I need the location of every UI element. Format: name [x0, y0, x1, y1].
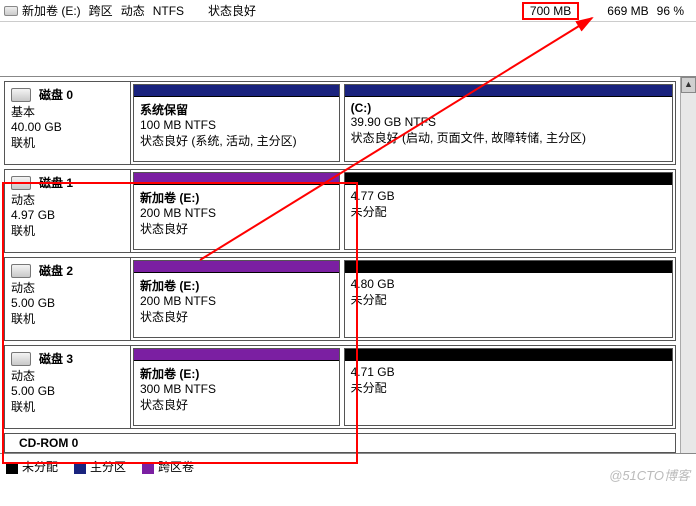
partition-line3: 未分配 [351, 291, 666, 308]
partition-line3: 状态良好 (系统, 活动, 主分区) [140, 132, 333, 149]
partition-bar [345, 85, 672, 97]
disk-state: 联机 [11, 134, 124, 151]
disk-kind: 动态 [11, 191, 124, 208]
partition-line2: 100 MB NTFS [140, 118, 333, 132]
volume-name: 新加卷 (E:) [22, 2, 81, 19]
partition-line2: 4.71 GB [351, 365, 666, 379]
disk-size: 5.00 GB [11, 296, 124, 310]
partition-bar [134, 85, 339, 97]
disk-state: 联机 [11, 222, 124, 239]
disk-block[interactable]: 磁盘 0基本40.00 GB联机系统保留100 MB NTFS状态良好 (系统,… [4, 81, 676, 165]
partition-name: 新加卷 (E:) [140, 277, 333, 294]
partition-line3: 状态良好 (启动, 页面文件, 故障转储, 主分区) [351, 129, 666, 146]
drive-icon [4, 6, 18, 16]
disk-kind: 动态 [11, 279, 124, 296]
volume-size: 700 MB [522, 2, 579, 20]
partition-line3: 状态良好 [140, 396, 333, 413]
disk-info: 磁盘 2动态5.00 GB联机 [5, 258, 131, 340]
partition-bar [345, 261, 672, 273]
disk-icon [11, 88, 31, 102]
disk-title: 磁盘 2 [39, 262, 73, 279]
disk-state: 联机 [11, 398, 124, 415]
partition-line3: 未分配 [351, 379, 666, 396]
disk-state: 联机 [11, 310, 124, 327]
disk-icon [11, 264, 31, 278]
volume-status: 状态良好 [208, 2, 256, 19]
disk-icon [11, 176, 31, 190]
partition-bar [345, 349, 672, 361]
volume-type: 动态 [121, 2, 145, 19]
volume-row[interactable]: 新加卷 (E:) 跨区 动态 NTFS 状态良好 700 MB 669 MB 9… [0, 0, 696, 22]
disk-title: 磁盘 1 [39, 174, 73, 191]
partition-line2: 39.90 GB NTFS [351, 115, 666, 129]
legend: 未分配 主分区 跨区卷 [0, 453, 696, 479]
partition[interactable]: 4.80 GB未分配 [344, 260, 673, 338]
disk-title: 磁盘 0 [39, 86, 73, 103]
partition[interactable]: 新加卷 (E:)200 MB NTFS状态良好 [133, 172, 340, 250]
partition[interactable]: (C:)39.90 GB NTFS状态良好 (启动, 页面文件, 故障转储, 主… [344, 84, 673, 162]
disk-size: 5.00 GB [11, 384, 124, 398]
disk-block[interactable]: 磁盘 2动态5.00 GB联机新加卷 (E:)200 MB NTFS状态良好4.… [4, 257, 676, 341]
partition[interactable]: 4.77 GB未分配 [344, 172, 673, 250]
partition-name: 新加卷 (E:) [140, 189, 333, 206]
partition[interactable]: 新加卷 (E:)300 MB NTFS状态良好 [133, 348, 340, 426]
partition-line2: 200 MB NTFS [140, 294, 333, 308]
disk-block[interactable]: 磁盘 3动态5.00 GB联机新加卷 (E:)300 MB NTFS状态良好4.… [4, 345, 676, 429]
disk-icon [11, 352, 31, 366]
legend-primary: 主分区 [74, 458, 126, 475]
legend-spanned: 跨区卷 [142, 458, 194, 475]
partition-name: 新加卷 (E:) [140, 365, 333, 382]
scrollbar[interactable]: ▲ [680, 77, 696, 453]
volume-free: 669 MB [607, 4, 648, 18]
disk-partitions: 新加卷 (E:)200 MB NTFS状态良好4.80 GB未分配 [131, 258, 675, 340]
watermark: @51CTO博客 [609, 465, 690, 484]
partition-line3: 状态良好 [140, 308, 333, 325]
partition[interactable]: 4.71 GB未分配 [344, 348, 673, 426]
partition-name: (C:) [351, 101, 666, 115]
disk-size: 4.97 GB [11, 208, 124, 222]
partition-line2: 4.77 GB [351, 189, 666, 203]
disk-info: 磁盘 0基本40.00 GB联机 [5, 82, 131, 164]
scroll-up-icon[interactable]: ▲ [681, 77, 696, 93]
disk-graphic-pane: ▲ 磁盘 0基本40.00 GB联机系统保留100 MB NTFS状态良好 (系… [0, 76, 696, 453]
volume-percent: 96 % [657, 4, 684, 18]
disk-info: 磁盘 1动态4.97 GB联机 [5, 170, 131, 252]
partition-line2: 200 MB NTFS [140, 206, 333, 220]
partition-bar [345, 173, 672, 185]
partition-line3: 状态良好 [140, 220, 333, 237]
partition-name: 系统保留 [140, 101, 333, 118]
disk-info: 磁盘 3动态5.00 GB联机 [5, 346, 131, 428]
legend-unalloc: 未分配 [6, 458, 58, 475]
disk-kind: 动态 [11, 367, 124, 384]
disk-partitions: 系统保留100 MB NTFS状态良好 (系统, 活动, 主分区)(C:)39.… [131, 82, 675, 164]
cdrom-title: CD-ROM 0 [19, 436, 78, 450]
volume-layout: 跨区 [89, 2, 113, 19]
partition-bar [134, 261, 339, 273]
partition-line2: 300 MB NTFS [140, 382, 333, 396]
partition[interactable]: 系统保留100 MB NTFS状态良好 (系统, 活动, 主分区) [133, 84, 340, 162]
partition[interactable]: 新加卷 (E:)200 MB NTFS状态良好 [133, 260, 340, 338]
disk-block[interactable]: 磁盘 1动态4.97 GB联机新加卷 (E:)200 MB NTFS状态良好4.… [4, 169, 676, 253]
cdrom-row[interactable]: CD-ROM 0 [4, 433, 676, 453]
disk-partitions: 新加卷 (E:)200 MB NTFS状态良好4.77 GB未分配 [131, 170, 675, 252]
disk-partitions: 新加卷 (E:)300 MB NTFS状态良好4.71 GB未分配 [131, 346, 675, 428]
partition-line2: 4.80 GB [351, 277, 666, 291]
partition-bar [134, 349, 339, 361]
volume-fs: NTFS [153, 4, 184, 18]
disk-size: 40.00 GB [11, 120, 124, 134]
disk-kind: 基本 [11, 103, 124, 120]
partition-line3: 未分配 [351, 203, 666, 220]
partition-bar [134, 173, 339, 185]
disk-title: 磁盘 3 [39, 350, 73, 367]
